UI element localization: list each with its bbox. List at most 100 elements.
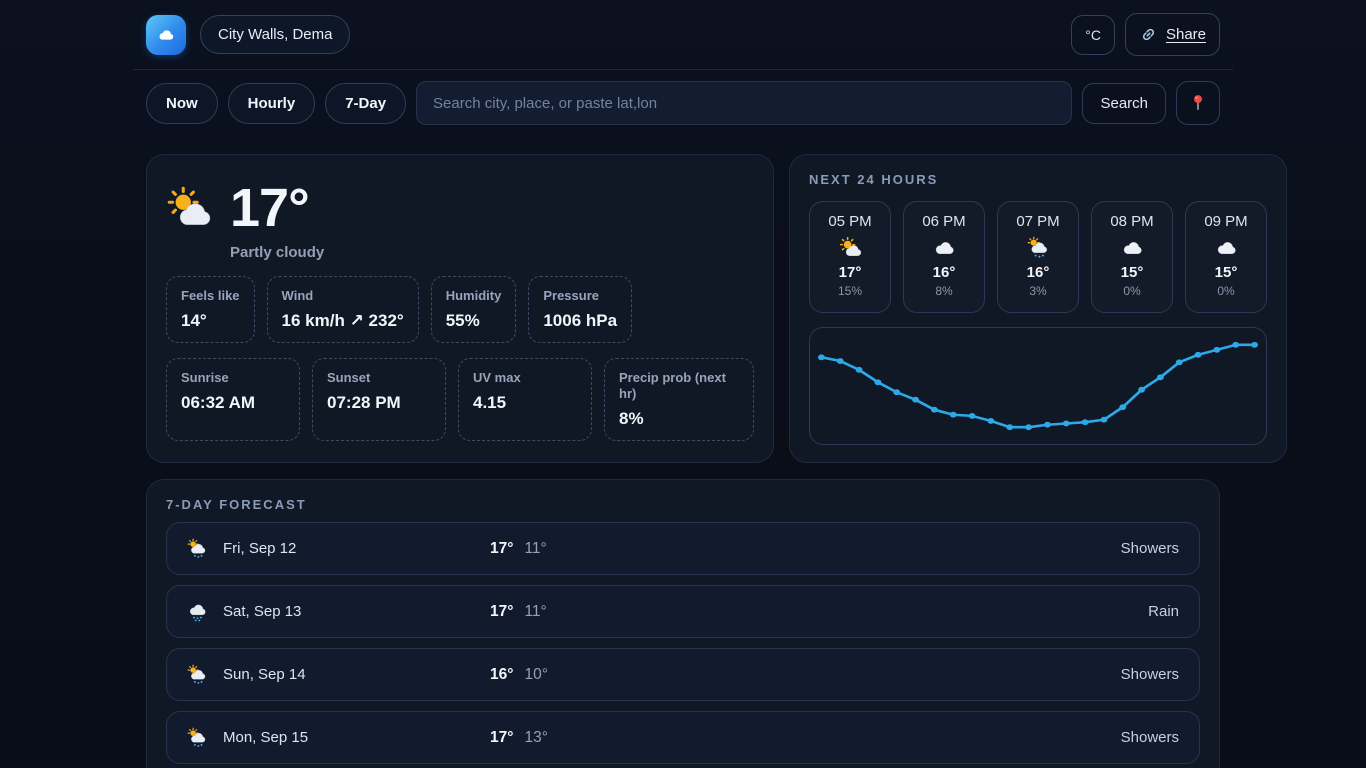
search-input[interactable] [416,81,1072,125]
hour-card: 05 PM 17° 15% [809,201,891,313]
showers-icon [998,236,1078,259]
hour-precip: 8% [904,284,984,298]
stats-row-1: Feels like 14° Wind 16 km/h ↗ 232° Humid… [166,276,754,343]
stat-feels-like: Feels like 14° [166,276,255,343]
hourly-scroller[interactable]: 05 PM 17° 15% 06 PM 16° 8 [809,201,1267,313]
share-label: Share [1166,26,1206,43]
hour-card: 09 PM 15° 0% [1185,201,1267,313]
stat-label: Feels like [181,288,240,304]
forecast-low: 11° [524,603,546,621]
forecast-condition: Showers [1121,540,1179,557]
hour-time: 08 PM [1092,213,1172,230]
stat-uv-max: UV max 4.15 [458,358,592,442]
stat-value: 16 km/h ↗ 232° [282,311,404,331]
hour-temp: 15° [1186,264,1266,281]
forecast-high: 17° [490,540,513,558]
geolocate-button[interactable] [1176,81,1220,125]
hour-card: 06 PM 16° 8% [903,201,985,313]
stat-value: 1006 hPa [543,311,617,331]
hour-temp: 16° [998,264,1078,281]
stat-label: Sunrise [181,370,285,386]
forecast-low: 13° [524,729,547,747]
forecast-day: Mon, Sep 15 [223,729,308,746]
seven-day-heading: 7-DAY FORECAST [166,497,1200,512]
hour-temp: 15° [1092,264,1172,281]
nav-row: Now Hourly 7-Day Search [133,70,1233,125]
showers-icon [187,538,208,559]
hour-precip: 15% [810,284,890,298]
hour-time: 06 PM [904,213,984,230]
hour-time: 05 PM [810,213,890,230]
stat-value: 07:28 PM [327,393,431,413]
link-icon [1139,25,1158,44]
showers-icon [187,727,208,748]
next-24-hours-card: NEXT 24 HOURS 05 PM 17° 15% 06 PM [789,154,1287,463]
stat-label: Pressure [543,288,617,304]
showers-icon [187,664,208,685]
stat-value: 06:32 AM [181,393,285,413]
partly-cloudy-icon [166,185,212,231]
hour-time: 09 PM [1186,213,1266,230]
stat-value: 8% [619,409,739,429]
share-button[interactable]: Share [1125,13,1220,56]
cloud-icon [155,24,177,46]
hour-card: 08 PM 15° 0% [1091,201,1173,313]
stat-value: 55% [446,311,502,331]
unit-toggle-button[interactable]: °C [1071,15,1115,55]
tab-now[interactable]: Now [146,83,218,124]
forecast-low: 10° [524,666,547,684]
hour-temp: 17° [810,264,890,281]
forecast-condition: Showers [1121,729,1179,746]
next-24-heading: NEXT 24 HOURS [809,172,1267,187]
app-logo [146,15,186,55]
stat-sunset: Sunset 07:28 PM [312,358,446,442]
stat-label: UV max [473,370,577,386]
stat-sunrise: Sunrise 06:32 AM [166,358,300,442]
stat-humidity: Humidity 55% [431,276,517,343]
rain-icon [187,601,208,622]
hour-precip: 0% [1092,284,1172,298]
pushpin-icon [1188,93,1208,113]
stat-wind: Wind 16 km/h ↗ 232° [267,276,419,343]
cloud-icon [1092,236,1172,259]
search-button[interactable]: Search [1082,83,1166,124]
hour-precip: 3% [998,284,1078,298]
stat-label: Sunset [327,370,431,386]
tab-7day[interactable]: 7-Day [325,83,406,124]
hour-time: 07 PM [998,213,1078,230]
forecast-day: Sat, Sep 13 [223,603,301,620]
forecast-low: 11° [524,540,546,558]
stat-label: Humidity [446,288,502,304]
stat-pressure: Pressure 1006 hPa [528,276,632,343]
forecast-row[interactable]: Sun, Sep 14 16° 10° Showers [166,648,1200,701]
hour-temp: 16° [904,264,984,281]
forecast-high: 17° [490,603,513,621]
stat-label: Precip prob (next hr) [619,370,739,403]
tab-hourly[interactable]: Hourly [228,83,316,124]
forecast-high: 17° [490,729,513,747]
forecast-day: Sun, Sep 14 [223,666,306,683]
stat-label: Wind [282,288,404,304]
current-temp: 17° [230,180,309,237]
seven-day-card: 7-DAY FORECAST Fri, Sep 12 17° 11° Showe [146,479,1220,768]
forecast-row[interactable]: Sat, Sep 13 17° 11° Rain [166,585,1200,638]
current-condition: Partly cloudy [230,244,754,261]
hour-card: 07 PM 16° 3% [997,201,1079,313]
stats-row-2: Sunrise 06:32 AM Sunset 07:28 PM UV max … [166,358,754,442]
top-bar: City Walls, Dema °C Share [133,0,1233,70]
forecast-row[interactable]: Mon, Sep 15 17° 13° Showers [166,711,1200,764]
hourly-temp-chart [809,327,1267,445]
location-chip[interactable]: City Walls, Dema [200,15,350,54]
forecast-day: Fri, Sep 12 [223,540,296,557]
cloud-icon [904,236,984,259]
partly-cloudy-icon [810,236,890,259]
stat-value: 4.15 [473,393,577,413]
forecast-row[interactable]: Fri, Sep 12 17° 11° Showers [166,522,1200,575]
hour-precip: 0% [1186,284,1266,298]
stat-precip-prob: Precip prob (next hr) 8% [604,358,754,442]
forecast-condition: Showers [1121,666,1179,683]
cloud-icon [1186,236,1266,259]
stat-value: 14° [181,311,240,331]
forecast-condition: Rain [1148,603,1179,620]
current-conditions-card: 17° Partly cloudy Feels like 14° Wind 16… [146,154,774,463]
